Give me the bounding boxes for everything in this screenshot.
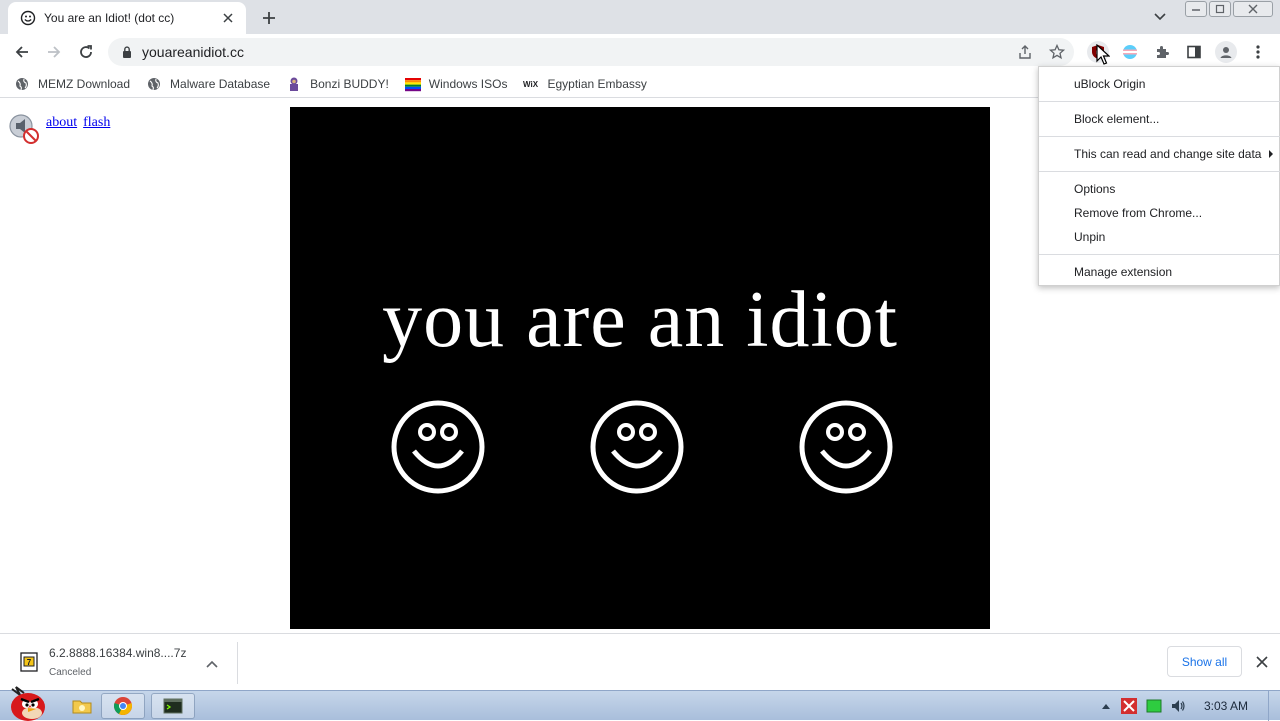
minimize-button[interactable]	[1185, 1, 1207, 17]
menu-item-site-access[interactable]: This can read and change site data	[1039, 142, 1280, 166]
tab-active[interactable]: You are an Idiot! (dot cc)	[8, 2, 246, 34]
bookmark-memz[interactable]: MEMZ Download	[14, 76, 130, 92]
bookmark-egyptian-embassy[interactable]: WiX Egyptian Embassy	[523, 76, 646, 92]
back-button[interactable]	[10, 40, 34, 64]
flash-link[interactable]: flash	[83, 115, 110, 131]
smiley-favicon-icon	[20, 10, 36, 26]
start-button-angry-bird-icon[interactable]	[6, 683, 50, 721]
download-shelf: 7 6.2.8888.16384.win8....7z Canceled Sho…	[0, 633, 1280, 690]
menu-item-remove-from-chrome[interactable]: Remove from Chrome...	[1039, 201, 1280, 225]
smiley-face-icon	[391, 400, 485, 494]
close-shelf-icon[interactable]	[1252, 652, 1272, 672]
bookmark-windows-isos[interactable]: Windows ISOs	[404, 76, 508, 92]
menu-item-ublock-origin[interactable]: uBlock Origin	[1039, 72, 1280, 96]
new-tab-button[interactable]	[258, 7, 280, 29]
show-all-button[interactable]: Show all	[1167, 646, 1242, 677]
network-status-icon[interactable]	[1146, 698, 1162, 714]
terminal-taskbar-icon[interactable]	[151, 693, 195, 719]
smiley-face-icon	[799, 400, 893, 494]
bookmark-malware-database[interactable]: Malware Database	[146, 76, 270, 92]
no-sound-icon	[8, 113, 40, 145]
download-item[interactable]: 7 6.2.8888.16384.win8....7z Canceled	[18, 642, 238, 684]
forward-button[interactable]	[42, 40, 66, 64]
volume-icon[interactable]	[1170, 698, 1186, 714]
menu-divider	[1039, 254, 1280, 255]
taskbar-clock[interactable]: 3:03 AM	[1204, 699, 1248, 713]
chevron-up-icon[interactable]	[204, 656, 220, 672]
globe-icon	[14, 76, 30, 92]
file-explorer-taskbar-icon[interactable]	[60, 693, 104, 719]
menu-item-block-element[interactable]: Block element...	[1039, 107, 1280, 131]
menu-divider	[1039, 136, 1280, 137]
menu-item-options[interactable]: Options	[1039, 177, 1280, 201]
svg-text:7: 7	[27, 658, 32, 667]
menu-item-site-access-label: This can read and change site data	[1074, 147, 1262, 161]
tab-title: You are an Idiot! (dot cc)	[44, 11, 175, 25]
menu-divider	[1039, 101, 1280, 102]
close-window-button[interactable]	[1233, 1, 1273, 17]
bookmark-label: MEMZ Download	[38, 76, 131, 91]
url-text: youareanidiot.cc	[142, 44, 244, 60]
bookmark-label: Windows ISOs	[428, 76, 508, 91]
bookmark-label: Malware Database	[170, 76, 271, 91]
submenu-arrow-icon	[1269, 150, 1273, 158]
menu-divider	[1039, 171, 1280, 172]
archive-file-icon: 7	[20, 652, 38, 672]
tab-close-icon[interactable]	[220, 10, 236, 26]
smiley-face-icon	[590, 400, 684, 494]
show-desktop-button[interactable]	[1268, 691, 1280, 721]
tray-expand-arrow-icon[interactable]	[1098, 698, 1114, 714]
windows-taskbar: 3:03 AM	[0, 686, 1280, 721]
address-bar[interactable]: youareanidiot.cc	[108, 38, 1074, 66]
headline-text: you are an idiot	[382, 276, 898, 364]
share-icon[interactable]	[1016, 43, 1034, 61]
extension-context-menu: uBlock Origin Block element... This can …	[1038, 66, 1280, 286]
reload-button[interactable]	[74, 40, 98, 64]
flash-content-area[interactable]: you are an idiot	[290, 107, 990, 629]
tab-search-chevron-icon[interactable]	[1150, 8, 1170, 26]
wix-icon: WiX	[523, 76, 539, 92]
bonzi-icon	[286, 76, 302, 92]
page-side-links: about flash	[8, 107, 116, 144]
extensions-puzzle-icon[interactable]	[1151, 41, 1173, 63]
bookmark-star-icon[interactable]	[1048, 43, 1066, 61]
lock-icon[interactable]	[120, 45, 134, 59]
menu-item-manage-extension[interactable]: Manage extension	[1039, 260, 1280, 284]
bookmark-label: Bonzi BUDDY!	[310, 76, 389, 91]
tab-strip: You are an Idiot! (dot cc)	[0, 0, 1280, 34]
menu-dots-icon[interactable]	[1247, 41, 1269, 63]
browser-toolbar: youareanidiot.cc u	[0, 34, 1280, 70]
about-link[interactable]: about	[46, 115, 77, 131]
side-panel-icon[interactable]	[1183, 41, 1205, 63]
maximize-button[interactable]	[1209, 1, 1231, 17]
tray-flag-icon[interactable]	[1121, 698, 1137, 714]
svg-text:WiX: WiX	[523, 80, 539, 89]
bookmark-label: Egyptian Embassy	[547, 76, 647, 91]
chrome-taskbar-icon[interactable]	[101, 693, 145, 719]
download-filename: 6.2.8888.16384.win8....7z	[49, 646, 187, 660]
profile-avatar-icon[interactable]	[1215, 41, 1237, 63]
extension-flag-icon[interactable]	[1119, 41, 1141, 63]
mouse-cursor-icon	[1096, 44, 1110, 65]
bookmark-bonzi-buddy[interactable]: Bonzi BUDDY!	[286, 76, 389, 92]
windows-flag-icon	[404, 76, 421, 92]
menu-item-unpin[interactable]: Unpin	[1039, 225, 1280, 249]
download-status: Canceled	[49, 667, 92, 678]
globe-icon	[146, 76, 162, 92]
